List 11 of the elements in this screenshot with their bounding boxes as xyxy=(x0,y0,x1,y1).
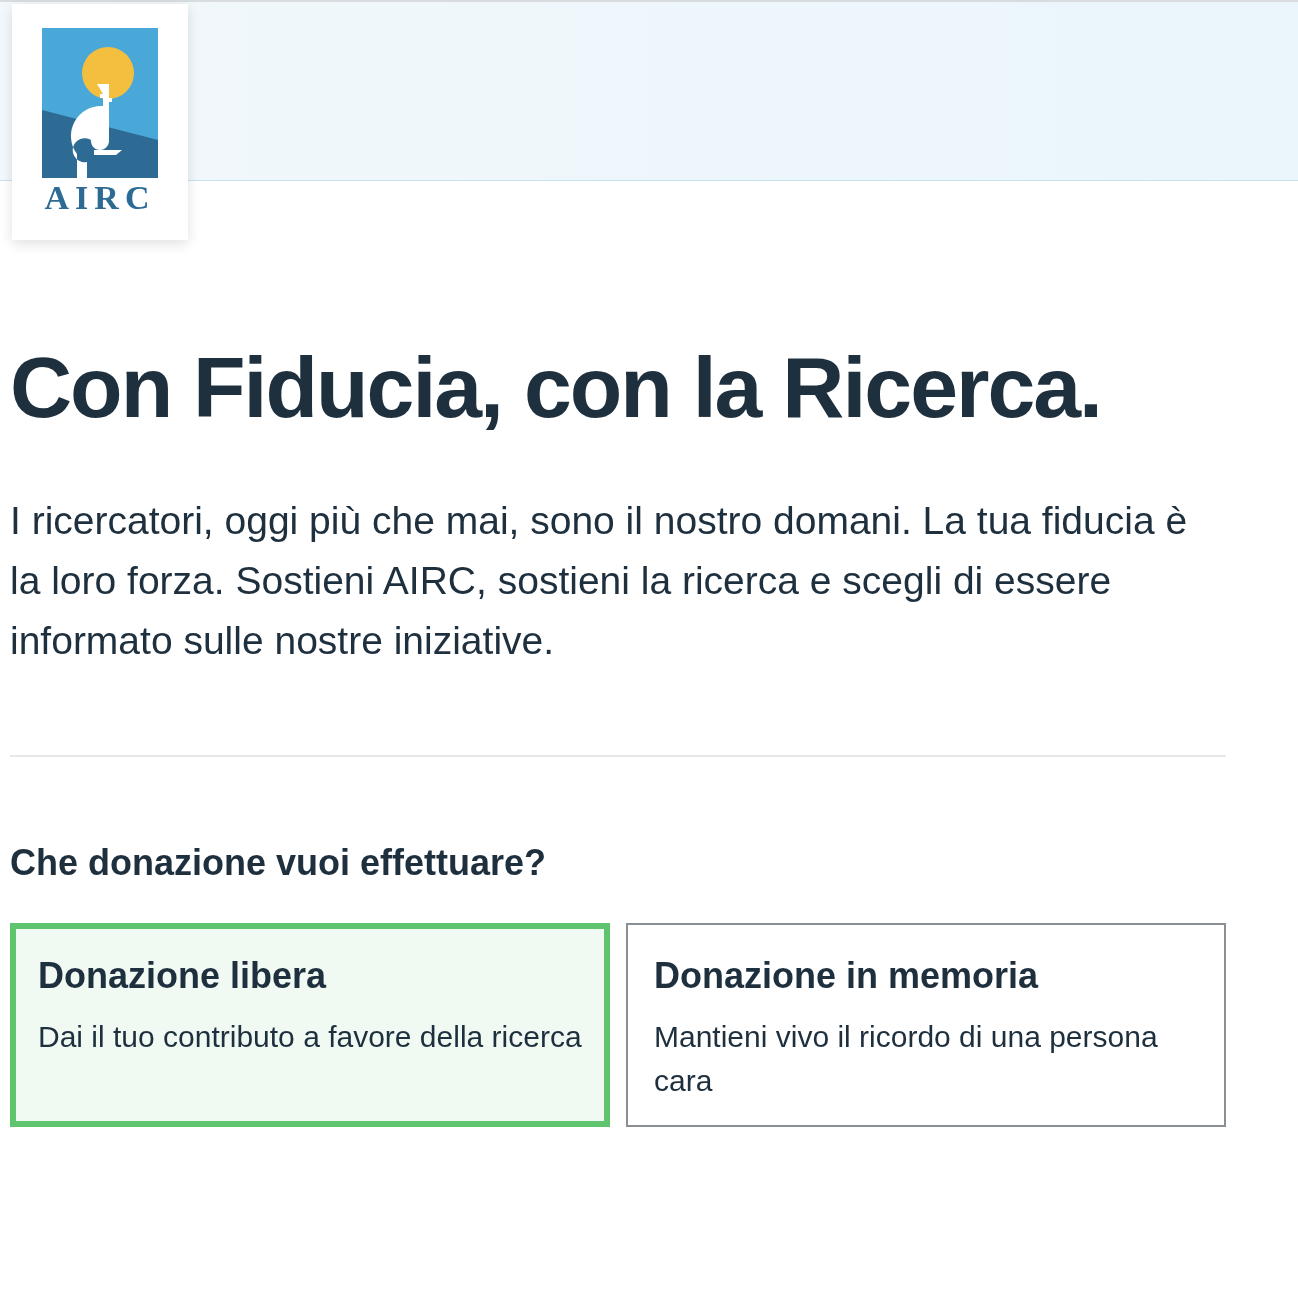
donation-option-card[interactable]: Donazione libera Dai il tuo contributo a favore della ricerca xyxy=(10,923,610,1127)
logo-card[interactable]: AIRC xyxy=(12,4,188,240)
option-title: Donazione in memoria xyxy=(654,954,1039,998)
option-title: Donazione libera xyxy=(38,954,327,998)
logo-wordmark: AIRC xyxy=(44,178,156,218)
intro-paragraph: I ricercatori, oggi più che mai, sono il nostro domani. La tua fiducia è la loro forza. Sostieni AIRC, sostieni la ricerca e scegli di essere informato sulle nostre iniziative. xyxy=(10,498,1189,664)
option-description: Dai il tuo contributo a favore della ricerca xyxy=(38,1019,582,1055)
option-description: Mantieni vivo il ricordo di una persona cara xyxy=(654,1019,1159,1099)
section-heading: Che donazione vuoi effettuare? xyxy=(10,841,548,885)
page-title: Con Fiducia, con la Ricerca. xyxy=(10,338,1102,437)
donation-option-card[interactable]: Donazione in memoria Mantieni vivo il ricordo di una persona cara xyxy=(626,923,1226,1127)
